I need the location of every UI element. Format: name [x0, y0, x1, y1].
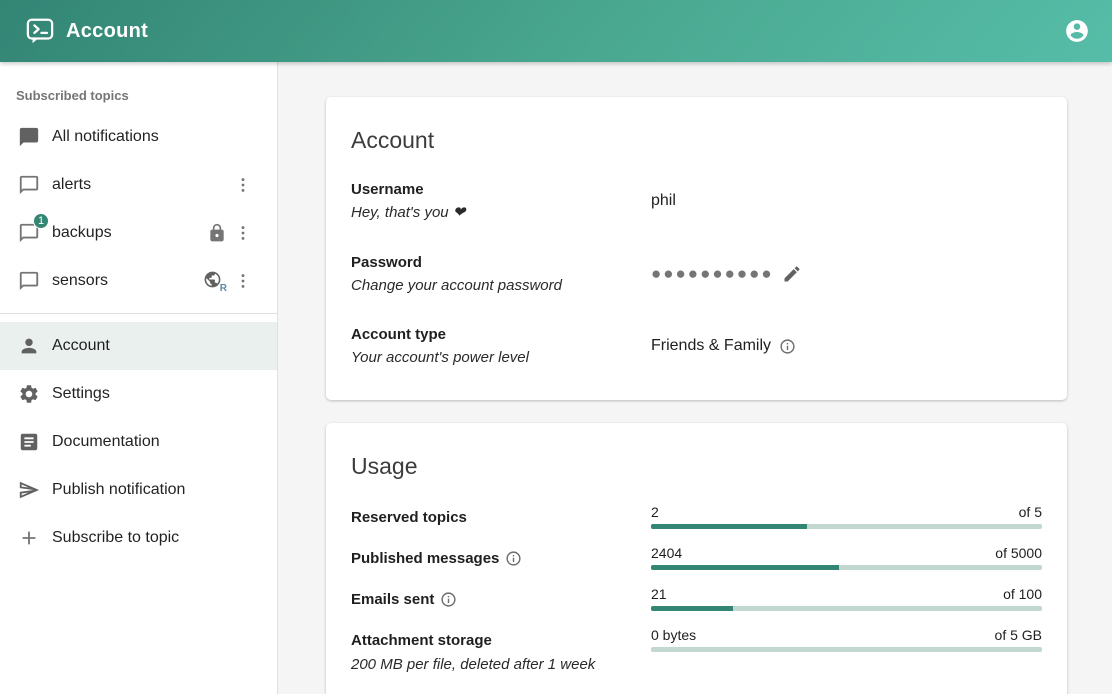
sidebar-item-settings[interactable]: Settings: [0, 370, 277, 418]
sidebar-item-topic-backups[interactable]: 1 backups: [0, 209, 277, 257]
sidebar-item-publish-notification[interactable]: Publish notification: [0, 466, 277, 514]
password-label: Password: [351, 251, 651, 274]
attachment-storage-row: Attachment storage 200 MB per file, dele…: [351, 627, 1042, 676]
chat-bubble-outline-icon: [18, 269, 42, 293]
chat-bubble-outline-icon: 1: [18, 221, 42, 245]
info-icon[interactable]: [779, 338, 796, 355]
sidebar-divider: [0, 313, 277, 314]
meter-limit: of 5000: [995, 545, 1042, 561]
info-icon[interactable]: [505, 550, 522, 567]
meter-limit: of 5 GB: [995, 627, 1042, 643]
chat-bubble-filled-icon: [18, 125, 42, 149]
gear-icon: [18, 382, 42, 406]
sidebar: Subscribed topics All notifications aler…: [0, 62, 278, 694]
account-circle-icon[interactable]: [1064, 18, 1090, 44]
emails-sent-row: Emails sent 21 of 100: [351, 586, 1042, 611]
sidebar-item-all-notifications[interactable]: All notifications: [0, 113, 277, 161]
info-icon[interactable]: [440, 591, 457, 608]
sidebar-item-documentation[interactable]: Documentation: [0, 418, 277, 466]
lock-icon: [207, 223, 227, 243]
meter-limit: of 5: [1019, 504, 1042, 520]
meter-value: 21: [651, 586, 667, 602]
article-icon: [18, 430, 42, 454]
account-type-description: Your account's power level: [351, 346, 651, 369]
nav-label: Publish notification: [52, 481, 261, 499]
meter-value: 0 bytes: [651, 627, 696, 643]
page-title: Account: [66, 20, 1064, 43]
subscribed-topics-heading: Subscribed topics: [0, 74, 277, 113]
progress-bar: [651, 647, 1042, 652]
edit-pencil-icon[interactable]: [782, 264, 802, 284]
nav-label: Settings: [52, 385, 261, 403]
sidebar-item-subscribe-to-topic[interactable]: Subscribe to topic: [0, 514, 277, 562]
topic-menu-icon[interactable]: [233, 223, 253, 243]
account-card: Account Username Hey, that's you ❤ phil …: [326, 97, 1067, 400]
usage-card: Usage Reserved topics 2 of 5: [326, 423, 1067, 694]
published-messages-label: Published messages: [351, 547, 522, 570]
password-description: Change your account password: [351, 274, 651, 297]
progress-fill: [651, 565, 839, 570]
reserved-topic-globe-icon: R: [203, 270, 227, 292]
meter-limit: of 100: [1003, 586, 1042, 602]
account-type-row: Account type Your account's power level …: [351, 323, 1042, 370]
topic-label: alerts: [52, 176, 233, 194]
attachment-storage-label: Attachment storage: [351, 629, 492, 652]
sidebar-item-account[interactable]: Account: [0, 322, 277, 370]
sidebar-item-topic-alerts[interactable]: alerts: [0, 161, 277, 209]
plus-icon: [18, 526, 42, 550]
password-row: Password Change your account password ●●…: [351, 251, 1042, 298]
username-value: phil: [651, 192, 676, 210]
username-description: Hey, that's you ❤: [351, 201, 651, 224]
app-header: Account: [0, 0, 1112, 62]
unread-count-badge: 1: [33, 213, 49, 229]
username-label: Username: [351, 178, 651, 201]
nav-label: Account: [52, 337, 261, 355]
topic-menu-icon[interactable]: [233, 175, 253, 195]
topic-label: backups: [52, 224, 207, 242]
ntfy-logo-icon: [26, 17, 54, 45]
nav-label: Documentation: [52, 433, 261, 451]
chat-bubble-outline-icon: [18, 173, 42, 197]
progress-bar: [651, 606, 1042, 611]
progress-bar: [651, 524, 1042, 529]
account-card-title: Account: [351, 127, 1042, 154]
topic-label: sensors: [52, 272, 203, 290]
topic-label: All notifications: [52, 128, 261, 146]
published-messages-row: Published messages 2404 of 5000: [351, 545, 1042, 570]
nav-label: Subscribe to topic: [52, 529, 261, 547]
progress-fill: [651, 524, 807, 529]
reserved-r-mark: R: [220, 283, 227, 294]
progress-fill: [651, 606, 733, 611]
topic-menu-icon[interactable]: [233, 271, 253, 291]
usage-card-title: Usage: [351, 453, 1042, 480]
meter-value: 2404: [651, 545, 682, 561]
account-type-label: Account type: [351, 323, 651, 346]
password-mask: ●●●●●●●●●●: [651, 265, 774, 282]
meter-value: 2: [651, 504, 659, 520]
progress-bar: [651, 565, 1042, 570]
attachment-storage-description: 200 MB per file, deleted after 1 week: [351, 653, 651, 676]
person-icon: [18, 334, 42, 358]
reserved-topics-row: Reserved topics 2 of 5: [351, 504, 1042, 529]
emails-sent-label: Emails sent: [351, 588, 457, 611]
sidebar-item-topic-sensors[interactable]: sensors R: [0, 257, 277, 305]
main-content: Account Username Hey, that's you ❤ phil …: [278, 62, 1112, 694]
reserved-topics-label: Reserved topics: [351, 506, 467, 529]
account-type-value: Friends & Family: [651, 337, 771, 355]
send-icon: [18, 478, 42, 502]
username-row: Username Hey, that's you ❤ phil: [351, 178, 1042, 225]
